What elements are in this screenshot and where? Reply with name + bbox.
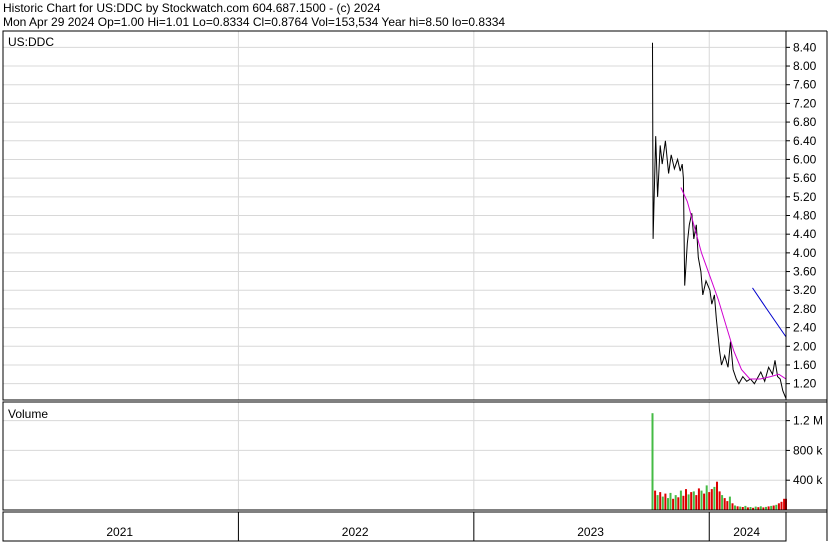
volume-bar [661, 496, 664, 510]
volume-bar [723, 498, 726, 510]
volume-bar [718, 491, 721, 510]
volume-bar [697, 488, 700, 510]
volume-bar [692, 491, 695, 510]
price-tick-label: 3.60 [793, 265, 817, 279]
volume-bar [705, 485, 708, 510]
volume-bar [669, 492, 672, 510]
moving-average-long-line [752, 287, 787, 338]
volume-bar [731, 503, 734, 510]
price-tick-label: 8.00 [793, 59, 817, 73]
volume-bar [703, 493, 706, 510]
price-tick-label: 8.40 [793, 40, 817, 54]
volume-bar [775, 504, 778, 510]
volume-bar [672, 498, 675, 510]
volume-bar [659, 492, 662, 510]
volume-bar [770, 505, 773, 510]
volume-bar [664, 493, 667, 510]
volume-bar [777, 503, 780, 510]
year-label: 2023 [577, 525, 604, 539]
price-series-layer [652, 42, 787, 399]
price-tick-label: 3.20 [793, 283, 817, 297]
volume-bar [713, 486, 716, 510]
price-tick-label: 6.00 [793, 152, 817, 166]
volume-bar [728, 496, 731, 510]
volume-bar [685, 489, 687, 510]
volume-bar [726, 501, 729, 510]
volume-tick-label: 400 k [793, 473, 823, 487]
price-tick-label: 6.40 [793, 134, 817, 148]
price-tick-label: 6.80 [793, 115, 817, 129]
price-tick-label: 1.20 [793, 377, 817, 391]
moving-average-short-line [680, 187, 787, 380]
volume-bar [767, 506, 770, 510]
volume-bar [695, 495, 698, 510]
volume-bar [721, 495, 724, 510]
volume-bar [700, 490, 703, 510]
volume-bar [690, 492, 693, 510]
volume-bar [708, 492, 711, 510]
price-tick-label: 2.40 [793, 321, 817, 335]
volume-bar [772, 505, 775, 510]
volume-bar [687, 494, 690, 510]
volume-panel-title: Volume [8, 407, 48, 421]
volume-bar [783, 498, 786, 510]
volume-bar [677, 497, 680, 510]
axis-labels-layer: 1.20 1.60 2.00 2.40 2.80 3.20 3.60 4.00 4.40 4.80… [106, 40, 823, 539]
volume-bar [674, 495, 677, 510]
year-label: 2022 [342, 525, 369, 539]
price-tick-label: 1.60 [793, 358, 817, 372]
volume-bar [759, 506, 762, 510]
volume-bar [682, 495, 685, 510]
volume-bar [744, 505, 747, 510]
stock-chart: 1.20 1.60 2.00 2.40 2.80 3.20 3.60 4.00 4.40 4.80… [2, 30, 828, 542]
volume-bar [734, 505, 736, 510]
volume-bar [679, 490, 682, 510]
price-tick-label: 7.60 [793, 78, 817, 92]
year-label: 2021 [106, 525, 133, 539]
volume-bar [754, 506, 757, 510]
price-tick-label: 5.60 [793, 171, 817, 185]
volume-bar [710, 489, 713, 510]
volume-tick-label: 1.2 M [793, 414, 823, 428]
volume-bar [651, 413, 654, 510]
panel-frames [2, 30, 828, 542]
volume-bar [654, 490, 657, 510]
price-panel-title: US:DDC [8, 35, 54, 49]
price-grid [3, 31, 786, 400]
year-label: 2024 [733, 525, 760, 539]
volume-bar [716, 481, 718, 510]
price-line [652, 42, 787, 399]
volume-bar [780, 501, 783, 510]
volume-bar [739, 506, 742, 510]
volume-bar [656, 495, 659, 510]
price-tick-label: 5.20 [793, 190, 817, 204]
volume-panel-frame [2, 401, 787, 511]
volume-bar [736, 506, 739, 510]
volume-bars-layer [651, 413, 787, 510]
price-tick-label: 2.00 [793, 339, 817, 353]
price-tick-label: 7.20 [793, 96, 817, 110]
volume-grid [3, 402, 786, 510]
price-tick-label: 4.00 [793, 246, 817, 260]
price-tick-label: 2.80 [793, 302, 817, 316]
volume-bar [667, 498, 669, 510]
price-tick-label: 4.40 [793, 227, 817, 241]
volume-tick-label: 800 k [793, 443, 823, 457]
price-tick-label: 4.80 [793, 209, 817, 223]
